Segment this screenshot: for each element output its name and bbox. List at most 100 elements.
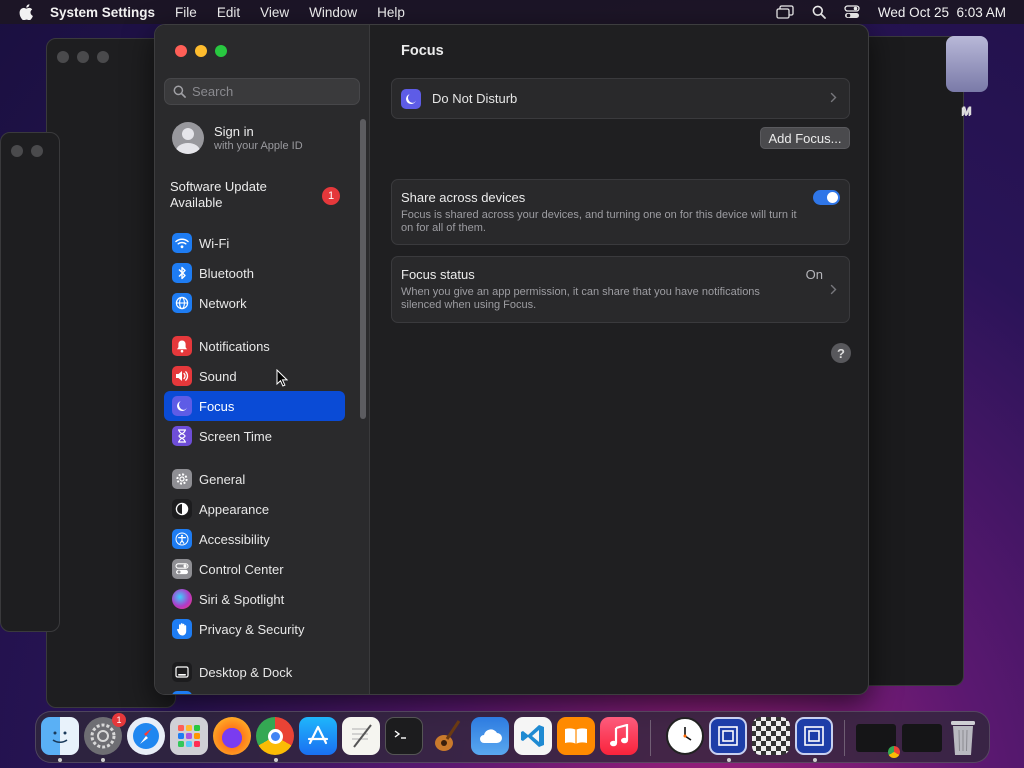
dock-remote-desktop-2-icon[interactable]	[795, 717, 833, 755]
focus-status-description: When you give an app permission, it can …	[401, 286, 760, 311]
background-window-controls	[57, 51, 109, 63]
dock-finder-icon[interactable]	[41, 717, 79, 755]
focus-status-row[interactable]: Focus status When you give an app permis…	[391, 256, 850, 323]
menu-bar: System Settings File Edit View Window He…	[0, 0, 1024, 24]
help-button[interactable]: ?	[831, 343, 851, 363]
sidebar-item-focus[interactable]: Focus	[164, 391, 345, 421]
sidebar-item-bluetooth[interactable]: Bluetooth	[164, 258, 345, 288]
focus-status-value: On	[805, 267, 823, 282]
dock-app-store-icon[interactable]	[299, 717, 337, 755]
dock-trash-icon[interactable]	[948, 717, 978, 757]
screen-mirroring-icon[interactable]	[776, 5, 794, 19]
do-not-disturb-row[interactable]: Do Not Disturb	[391, 78, 850, 119]
sidebar-item-label: Wi-Fi	[199, 235, 230, 251]
minimize-button[interactable]	[195, 45, 207, 57]
menu-help[interactable]: Help	[377, 5, 405, 20]
dock-running-indicator	[727, 758, 731, 762]
share-across-devices-toggle[interactable]	[813, 190, 840, 205]
signin-title: Sign in	[214, 124, 254, 139]
menu-app-name[interactable]: System Settings	[50, 5, 155, 20]
sidebar-item-label: Appearance	[199, 501, 270, 517]
menu-file[interactable]: File	[175, 5, 197, 20]
sidebar-item-siri-spotlight[interactable]: Siri & Spotlight	[164, 584, 345, 614]
dock-books-icon[interactable]	[557, 717, 595, 755]
sidebar-item-accessibility[interactable]: Accessibility	[164, 524, 345, 554]
sidebar-item-label: Notifications	[199, 338, 270, 354]
siri-icon	[172, 589, 192, 609]
dock-system-settings-icon[interactable]: 1	[84, 713, 126, 755]
gear-icon	[172, 469, 192, 489]
page-title: Focus	[401, 43, 444, 59]
sidebar-item-label: Bluetooth	[199, 265, 254, 281]
system-settings-window: Sign in with your Apple ID Software Upda…	[154, 24, 869, 695]
sidebar-item-appearance[interactable]: Appearance	[164, 494, 345, 524]
dock-running-indicator	[813, 758, 817, 762]
dock: 1	[35, 711, 990, 763]
sidebar-item-partial[interactable]	[172, 691, 192, 694]
search-field[interactable]	[164, 78, 360, 105]
search-input[interactable]	[192, 84, 352, 99]
software-update-item[interactable]: Software Update Available 1	[170, 179, 340, 211]
sidebar-item-notifications[interactable]: Notifications	[164, 331, 345, 361]
dock-vscode-icon[interactable]	[514, 717, 552, 755]
sidebar-item-wifi[interactable]: Wi-Fi	[164, 228, 345, 258]
dock-clock-icon[interactable]	[666, 717, 704, 755]
menu-view[interactable]: View	[260, 5, 289, 20]
spotlight-search-icon[interactable]	[812, 5, 826, 19]
sidebar-item-label: Screen Time	[199, 428, 272, 444]
update-badge: 1	[322, 187, 340, 205]
sidebar-item-screen-time[interactable]: Screen Time	[164, 421, 345, 451]
sidebar-item-sound[interactable]: Sound	[164, 361, 345, 391]
background-window[interactable]: M	[860, 36, 971, 686]
desktop-icon	[172, 662, 192, 682]
sidebar-item-label: Privacy & Security	[199, 621, 305, 637]
sidebar-list: Sign in with your Apple ID Software Upda…	[155, 117, 360, 694]
control-center-icon[interactable]	[844, 5, 860, 19]
sidebar-item-privacy-security[interactable]: Privacy & Security	[164, 614, 345, 644]
menubar-clock[interactable]: Wed Oct 25 6:03 AM	[878, 5, 1006, 20]
sidebar-item-general[interactable]: General	[164, 464, 345, 494]
dock-firefox-icon[interactable]	[213, 717, 251, 755]
menu-edit[interactable]: Edit	[217, 5, 240, 20]
sidebar: Sign in with your Apple ID Software Upda…	[155, 25, 370, 694]
dock-separator	[650, 720, 651, 756]
dock-chess-icon[interactable]	[752, 717, 790, 755]
dock-garageband-icon[interactable]	[428, 717, 466, 755]
menu-window[interactable]: Window	[309, 5, 357, 20]
share-description: Focus is shared across your devices, and…	[401, 209, 797, 234]
sidebar-item-label: Control Center	[199, 561, 284, 577]
sidebar-item-network[interactable]: Network	[164, 288, 345, 318]
apple-menu-icon[interactable]	[16, 2, 36, 22]
chevron-right-icon	[830, 91, 837, 106]
dock-launchpad-icon[interactable]	[170, 717, 208, 755]
dock-running-indicator	[274, 758, 278, 762]
dock-remote-desktop-icon[interactable]	[709, 717, 747, 755]
close-button[interactable]	[175, 45, 187, 57]
dock-minimized-window-icon[interactable]	[856, 724, 900, 758]
add-focus-button[interactable]: Add Focus...	[760, 127, 850, 149]
speaker-icon	[172, 366, 192, 386]
sidebar-item-control-center[interactable]: Control Center	[164, 554, 345, 584]
apple-id-signin[interactable]: Sign in with your Apple ID	[172, 122, 303, 154]
dock-weather-icon[interactable]	[471, 717, 509, 755]
dock-terminal-icon[interactable]	[385, 717, 423, 755]
sidebar-item-label: Network	[199, 295, 247, 311]
background-window-label: M	[962, 104, 972, 118]
sidebar-scrollbar[interactable]	[360, 119, 366, 419]
background-window-controls	[11, 145, 43, 157]
sidebar-item-desktop-dock[interactable]: Desktop & Dock	[164, 657, 345, 687]
appearance-icon	[172, 499, 192, 519]
hourglass-icon	[172, 426, 192, 446]
background-window-icon	[946, 36, 988, 92]
dock-music-icon[interactable]	[600, 717, 638, 755]
dock-running-indicator	[58, 758, 62, 762]
dock-textedit-icon[interactable]	[342, 717, 380, 755]
focus-status-title: Focus status	[401, 267, 475, 282]
zoom-button[interactable]	[215, 45, 227, 57]
dock-minimized-window-icon[interactable]	[902, 724, 942, 752]
sidebar-item-label: Desktop & Dock	[199, 664, 293, 680]
background-window[interactable]	[0, 132, 60, 632]
sidebar-item-label: General	[199, 471, 246, 487]
dock-chrome-icon[interactable]	[256, 717, 294, 755]
dock-safari-icon[interactable]	[127, 717, 165, 755]
